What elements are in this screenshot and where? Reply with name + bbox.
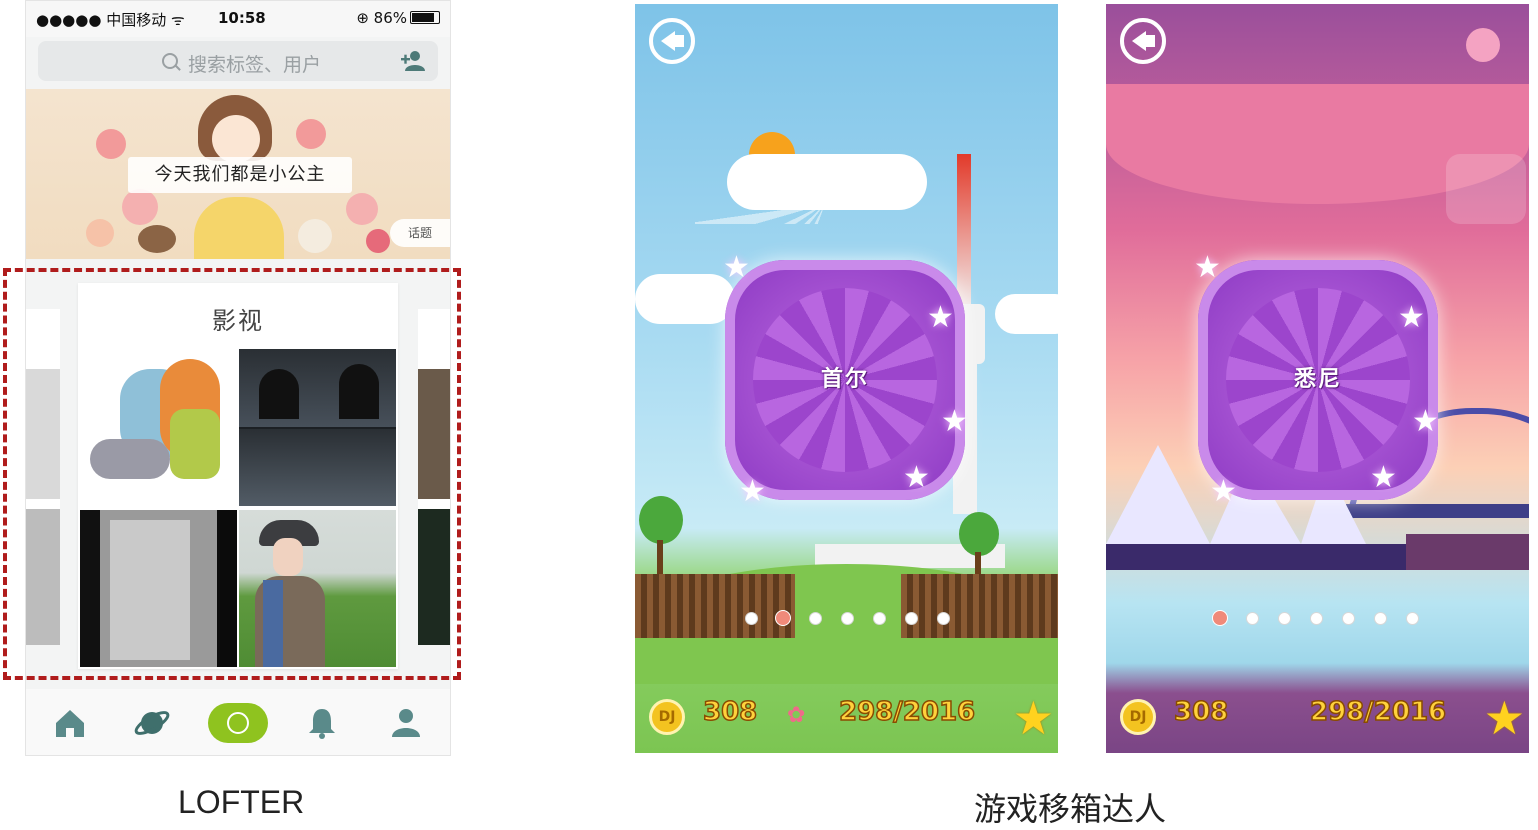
home-icon[interactable] [50, 703, 90, 743]
rose-decoration [86, 219, 114, 247]
camera-icon [227, 712, 249, 734]
hud-bar: DJ 308 ✿ 298/2016 ★ [635, 689, 1058, 753]
rose-decoration [122, 189, 158, 225]
star-sparkle: ★ [1398, 300, 1425, 335]
rabbit-illustration [298, 219, 332, 253]
page-dot[interactable] [1374, 612, 1387, 625]
page-dot[interactable] [1406, 612, 1419, 625]
tree [639, 496, 683, 544]
star-sparkle: ★ [903, 460, 930, 495]
bottom-tab-bar [26, 689, 450, 755]
star-sparkle: ★ [739, 474, 766, 509]
cloud [635, 274, 735, 324]
page-dots [1212, 610, 1422, 626]
cloud [727, 154, 927, 210]
status-bar: ●●●●● 中国移动 ᯤ 10:58 ⊕ 86% [26, 1, 450, 37]
camera-button[interactable] [208, 703, 268, 743]
add-user-icon[interactable] [400, 49, 426, 73]
page-dot[interactable] [1342, 612, 1355, 625]
bell-icon[interactable] [302, 703, 342, 743]
star-sparkle: ★ [1412, 404, 1439, 439]
hud-bar: DJ 308 298/2016 ★ [1106, 689, 1529, 753]
profile-icon[interactable] [386, 703, 426, 743]
rose-decoration [296, 119, 326, 149]
cloud [995, 294, 1058, 334]
planet-icon[interactable] [132, 703, 172, 743]
coin-icon: DJ [649, 699, 685, 735]
topic-tag[interactable]: 话题 [390, 219, 450, 247]
level-progress: 298/2016 [1309, 696, 1447, 728]
search-bar[interactable]: 搜索标签、用户 [38, 41, 438, 81]
page-dot[interactable] [809, 612, 822, 625]
page-dot-active[interactable] [775, 610, 791, 626]
battery-indicator: ⊕ 86% [356, 9, 440, 27]
page-dot[interactable] [841, 612, 854, 625]
faded-button [1446, 154, 1526, 224]
game-screen-seoul: 首尔 ★ ★ ★ ★ ★ DJ 308 ✿ 298/2016 ★ [635, 4, 1058, 753]
back-button[interactable] [1120, 18, 1166, 64]
bubble-decoration [1466, 28, 1500, 62]
battery-text: ⊕ 86% [356, 9, 407, 27]
city-skyline [1406, 534, 1529, 570]
city-name: 悉尼 [1293, 367, 1342, 392]
page-dot[interactable] [1278, 612, 1291, 625]
opera-house-base [1106, 544, 1406, 570]
page-dot[interactable] [937, 612, 950, 625]
highlight-box [3, 268, 461, 680]
level-progress: 298/2016 [838, 696, 976, 728]
topic-banner[interactable]: 今天我们都是小公主 话题 [26, 89, 450, 259]
star-sparkle: ★ [723, 250, 750, 285]
search-placeholder: 搜索标签、用户 [188, 54, 322, 76]
star-icon: ★ [1012, 691, 1054, 745]
page-dot[interactable] [1246, 612, 1259, 625]
squirrel-illustration [138, 225, 176, 253]
banner-caption: 今天我们都是小公主 [128, 157, 352, 193]
girl-face-illustration [212, 115, 260, 163]
fence [901, 574, 1058, 638]
level-wheel[interactable]: 悉尼 [1198, 260, 1438, 500]
battery-icon [410, 11, 440, 24]
lofter-caption: LOFTER [178, 784, 305, 820]
fence [635, 574, 795, 638]
carrier-text: ●●●●● 中国移动 ᯤ [36, 11, 185, 29]
game-screen-sydney: 悉尼 ★ ★ ★ ★ ★ DJ 308 298/2016 ★ [1106, 4, 1529, 753]
star-sparkle: ★ [1210, 474, 1237, 509]
tree [959, 512, 999, 556]
page-dot[interactable] [905, 612, 918, 625]
clock-text: 10:58 [218, 9, 266, 27]
coin-count: 308 [702, 696, 758, 728]
page-dot-active[interactable] [1212, 610, 1228, 626]
search-icon [162, 53, 178, 69]
star-icon: ★ [1483, 691, 1525, 745]
coin-count: 308 [1173, 696, 1229, 728]
bridge-deck [1346, 504, 1529, 518]
game-caption: 游戏移箱达人 [974, 791, 1167, 827]
page-dot[interactable] [745, 612, 758, 625]
star-sparkle: ★ [941, 404, 968, 439]
star-sparkle: ★ [1370, 460, 1397, 495]
star-sparkle: ★ [1194, 250, 1221, 285]
coin-icon: DJ [1120, 699, 1156, 735]
page-dots [745, 610, 950, 626]
back-button[interactable] [649, 18, 695, 64]
girl-dress-illustration [194, 197, 284, 259]
page-dot[interactable] [873, 612, 886, 625]
rose-decoration [346, 193, 378, 225]
flower-icon: ✿ [787, 703, 806, 728]
rose-decoration [366, 229, 390, 253]
star-sparkle: ★ [927, 300, 954, 335]
rose-decoration [96, 129, 126, 159]
page-dot[interactable] [1310, 612, 1323, 625]
